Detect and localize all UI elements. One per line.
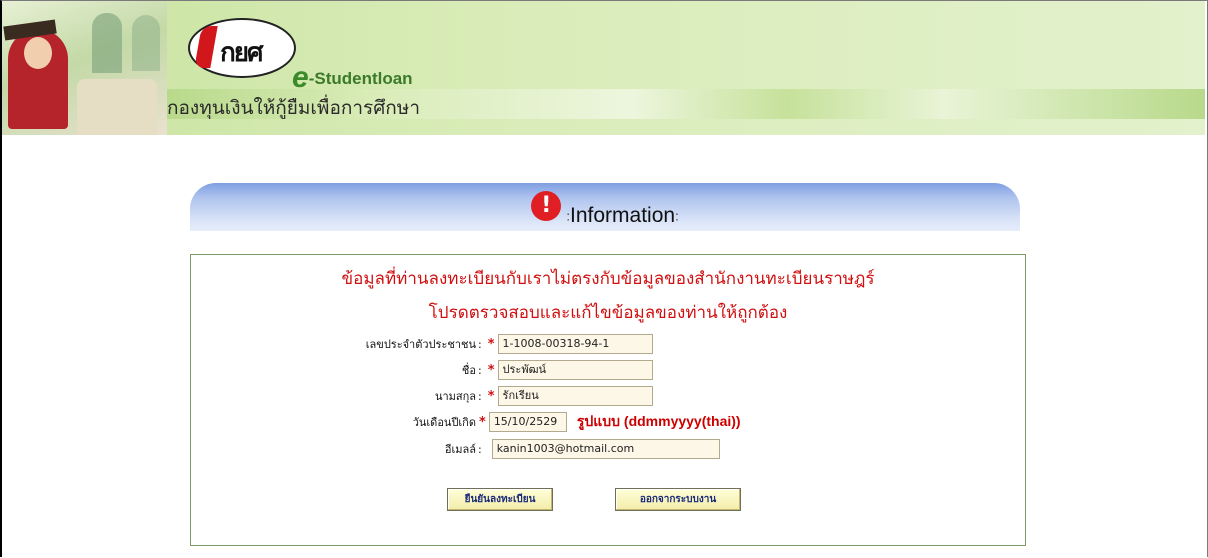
required-mark: * bbox=[487, 362, 495, 378]
info-colon-right: : bbox=[675, 208, 679, 224]
birth-row: วันเดือนปีเกิด * 15/10/2529 รูปแบบ (ddmm… bbox=[191, 410, 741, 434]
surname-label: นามสกุล bbox=[434, 390, 476, 403]
name-label: ชื่อ bbox=[461, 364, 476, 377]
birth-date-field[interactable]: 15/10/2529 bbox=[488, 412, 567, 432]
error-message-line1: ข้อมูลที่ท่านลงทะเบียนกับเราไม่ตรงกับข้อ… bbox=[341, 269, 875, 289]
id-label: เลขประจำตัวประชาชน bbox=[365, 338, 476, 351]
birth-format-hint: รูปแบบ (ddmmyyyy(thai)) bbox=[576, 413, 741, 429]
id-row: เลขประจำตัวประชาชน : * 1-1008-00318-94-1 bbox=[191, 332, 653, 356]
brand-name: e-Studentloan bbox=[292, 61, 413, 95]
info-panel: ข้อมูลที่ท่านลงทะเบียนกับเราไม่ตรงกับข้อ… bbox=[190, 254, 1026, 546]
site-title: กองทุนเงินให้กู้ยืมเพื่อการศึกษา bbox=[167, 97, 420, 119]
name-row: ชื่อ : * ประพัฒน์ bbox=[191, 358, 653, 382]
logo-icon: กยศ bbox=[188, 18, 296, 78]
surname-row: นามสกุล : * รักเรียน bbox=[191, 384, 653, 408]
info-header: ! :Information: bbox=[190, 183, 1020, 231]
required-mark: * bbox=[487, 336, 495, 352]
logo-text: กยศ bbox=[220, 38, 264, 68]
info-title: Information bbox=[570, 204, 676, 227]
logout-button[interactable]: ออกจากระบบงาน bbox=[615, 488, 741, 511]
banner-photo bbox=[2, 1, 167, 135]
required-mark: * bbox=[487, 388, 495, 404]
name-field[interactable]: ประพัฒน์ bbox=[497, 360, 653, 380]
brand-prefix: e bbox=[292, 61, 309, 94]
surname-field[interactable]: รักเรียน bbox=[497, 386, 653, 406]
email-label: อีเมลล์ bbox=[444, 443, 476, 456]
email-row: อีเมลล์ : kanin1003@hotmail.com bbox=[191, 437, 720, 461]
site-banner: กยศ e-Studentloan กองทุนเงินให้กู้ยืมเพื… bbox=[2, 1, 1205, 135]
id-field[interactable]: 1-1008-00318-94-1 bbox=[497, 334, 653, 354]
alert-icon: ! bbox=[531, 191, 562, 221]
brand-text: -Studentloan bbox=[308, 69, 413, 88]
confirm-register-button[interactable]: ยืนยันลงทะเบียน bbox=[447, 488, 553, 511]
email-field[interactable]: kanin1003@hotmail.com bbox=[491, 439, 720, 459]
error-message-line2: โปรดตรวจสอบและแก้ไขข้อมูลของท่านให้ถูกต้… bbox=[428, 303, 788, 323]
required-mark: * bbox=[479, 414, 486, 430]
birth-label: วันเดือนปีเกิด bbox=[412, 416, 476, 429]
